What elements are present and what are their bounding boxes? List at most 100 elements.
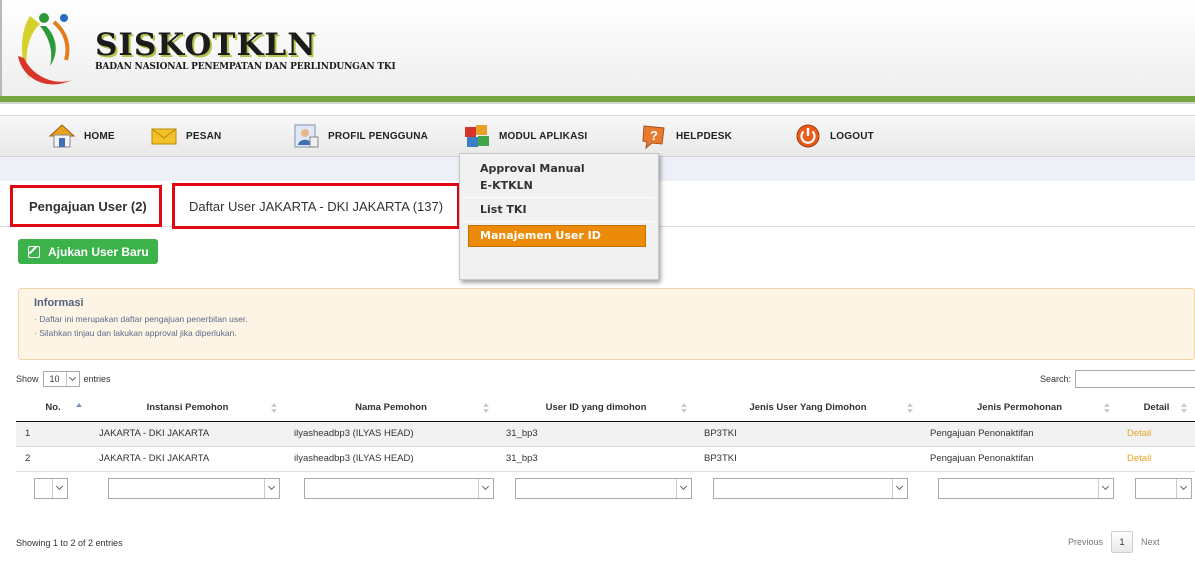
search-input[interactable] bbox=[1075, 370, 1195, 388]
menu-item-manajemen-user-id[interactable]: Manajemen User ID bbox=[468, 225, 646, 247]
nav-helpdesk-label: HELPDESK bbox=[676, 130, 733, 142]
pagination: Previous 1 Next bbox=[1068, 531, 1160, 553]
tab-daftar-user[interactable]: Daftar User JAKARTA - DKI JAKARTA (137) bbox=[172, 183, 460, 229]
chevron-down-icon bbox=[1176, 478, 1191, 498]
info-line-text: Silahkan tinjau dan lakukan approval jik… bbox=[39, 328, 237, 338]
entries-control: Show 10 entries bbox=[16, 371, 111, 387]
cell-no: 1 bbox=[16, 421, 90, 447]
sort-icon bbox=[907, 403, 913, 413]
detail-link[interactable]: Detail bbox=[1118, 421, 1195, 447]
cell-instansi: JAKARTA - DKI JAKARTA bbox=[90, 446, 285, 472]
envelope-icon bbox=[151, 128, 177, 145]
header-divider-shadow bbox=[0, 102, 1195, 104]
chevron-down-icon bbox=[1098, 478, 1113, 498]
nav-modul-label: MODUL APLIKASI bbox=[499, 130, 588, 142]
home-icon bbox=[48, 124, 76, 148]
col-header-jenis-permohonan[interactable]: Jenis Permohonan bbox=[921, 395, 1118, 422]
chevron-down-icon bbox=[264, 478, 279, 498]
svg-text:?: ? bbox=[650, 128, 658, 143]
chevron-down-icon bbox=[478, 478, 493, 498]
add-user-button[interactable]: Ajukan User Baru bbox=[18, 239, 158, 264]
cell-no: 2 bbox=[16, 446, 90, 472]
col-header-no[interactable]: No. bbox=[16, 395, 90, 422]
info-panel: Informasi · Daftar ini merupakan daftar … bbox=[18, 288, 1195, 360]
col-header-detail[interactable]: Detail bbox=[1118, 395, 1195, 422]
menu-item-list-tki[interactable]: List TKI bbox=[460, 201, 658, 218]
col-header-label: Jenis Permohonan bbox=[977, 402, 1062, 414]
previous-button[interactable]: Previous bbox=[1068, 537, 1103, 547]
menu-divider bbox=[464, 221, 654, 222]
profile-icon bbox=[294, 124, 319, 148]
add-user-label: Ajukan User Baru bbox=[48, 244, 149, 259]
sort-icon bbox=[483, 403, 489, 413]
nav-helpdesk[interactable]: ? HELPDESK bbox=[640, 116, 732, 156]
col-header-label: No. bbox=[45, 402, 61, 414]
next-button[interactable]: Next bbox=[1141, 537, 1160, 547]
chevron-down-icon bbox=[676, 478, 691, 498]
filter-row bbox=[16, 470, 1195, 505]
menu-divider bbox=[464, 197, 654, 198]
table-row: 2 JAKARTA - DKI JAKARTA ilyasheadbp3 (IL… bbox=[16, 446, 1195, 472]
entries-select[interactable]: 10 bbox=[42, 371, 80, 387]
filter-select-userid[interactable] bbox=[515, 477, 692, 499]
modul-aplikasi-menu: Approval Manual E-KTKLN List TKI Manajem… bbox=[459, 153, 659, 280]
cell-jenis-user: BP3TKI bbox=[695, 421, 921, 447]
info-line-text: Daftar ini merupakan daftar pengajuan pe… bbox=[39, 314, 248, 324]
filter-select-no[interactable] bbox=[34, 477, 68, 499]
chevron-down-icon bbox=[65, 372, 79, 386]
cell-instansi: JAKARTA - DKI JAKARTA bbox=[90, 421, 285, 447]
nav-logout[interactable]: LOGOUT bbox=[794, 116, 874, 156]
show-label: Show bbox=[16, 374, 39, 384]
chevron-down-icon bbox=[52, 478, 67, 498]
entries-label: entries bbox=[83, 374, 111, 384]
sort-icon bbox=[1181, 403, 1187, 413]
modules-icon bbox=[465, 125, 489, 147]
sort-icon bbox=[271, 403, 277, 413]
tab-pengajuan-user[interactable]: Pengajuan User (2) bbox=[10, 185, 162, 227]
table-info: Showing 1 to 2 of 2 entries bbox=[16, 538, 123, 548]
cell-jenis-user: BP3TKI bbox=[695, 446, 921, 472]
detail-link[interactable]: Detail bbox=[1118, 446, 1195, 472]
sort-icon bbox=[1104, 403, 1110, 413]
menu-item-approval-manual[interactable]: Approval Manual bbox=[460, 160, 658, 177]
cell-jenis-permohonan: Pengajuan Penonaktifan bbox=[921, 421, 1118, 447]
search-label: Search: bbox=[1040, 374, 1072, 384]
cell-nama: ilyasheadbp3 (ILYAS HEAD) bbox=[285, 446, 497, 472]
filter-select-jenis-permohonan[interactable] bbox=[938, 477, 1114, 499]
menu-item-e-ktkln[interactable]: E-KTKLN bbox=[460, 177, 658, 194]
col-header-label: Instansi Pemohon bbox=[146, 402, 229, 414]
nav-profil-label: PROFIL PENGGUNA bbox=[328, 130, 429, 142]
col-header-instansi[interactable]: Instansi Pemohon bbox=[90, 395, 285, 422]
filter-select-instansi[interactable] bbox=[108, 477, 280, 499]
main-nav: HOME PESAN PROFIL PENGGUNA MODUL APLIKAS… bbox=[0, 115, 1195, 157]
cell-nama: ilyasheadbp3 (ILYAS HEAD) bbox=[285, 421, 497, 447]
chevron-down-icon bbox=[892, 478, 907, 498]
siskotkln-logo bbox=[18, 13, 72, 85]
col-header-label: Nama Pemohon bbox=[355, 402, 427, 414]
power-icon bbox=[796, 124, 820, 148]
nav-modul-aplikasi[interactable]: MODUL APLIKASI bbox=[463, 116, 587, 156]
search-control: Search: bbox=[1040, 370, 1195, 388]
filter-select-jenis-user[interactable] bbox=[713, 477, 908, 499]
page-button[interactable]: 1 bbox=[1111, 531, 1134, 553]
col-header-label: Jenis User Yang Dimohon bbox=[749, 402, 867, 414]
nav-home-label: HOME bbox=[84, 130, 115, 142]
edit-icon bbox=[28, 245, 40, 258]
nav-home[interactable]: HOME bbox=[48, 116, 115, 156]
user-request-table: No. Instansi Pemohon Nama Pemohon User I… bbox=[16, 395, 1195, 505]
nav-profil[interactable]: PROFIL PENGGUNA bbox=[292, 116, 428, 156]
info-line: · Daftar ini merupakan daftar pengajuan … bbox=[34, 314, 248, 324]
brand-title: SISKOTKLN bbox=[95, 27, 317, 63]
nav-pesan[interactable]: PESAN bbox=[150, 116, 221, 156]
info-title: Informasi bbox=[34, 297, 84, 309]
col-header-nama[interactable]: Nama Pemohon bbox=[285, 395, 497, 422]
cell-jenis-permohonan: Pengajuan Penonaktifan bbox=[921, 446, 1118, 472]
filter-select-detail[interactable] bbox=[1135, 477, 1192, 499]
col-header-userid[interactable]: User ID yang dimohon bbox=[497, 395, 695, 422]
sort-asc-icon bbox=[76, 403, 82, 413]
col-header-jenis-user[interactable]: Jenis User Yang Dimohon bbox=[695, 395, 921, 422]
filter-select-nama[interactable] bbox=[304, 477, 494, 499]
app-header: SISKOTKLN BADAN NASIONAL PENEMPATAN DAN … bbox=[0, 0, 1195, 100]
cell-userid: 31_bp3 bbox=[497, 446, 695, 472]
col-header-label: User ID yang dimohon bbox=[545, 402, 647, 414]
